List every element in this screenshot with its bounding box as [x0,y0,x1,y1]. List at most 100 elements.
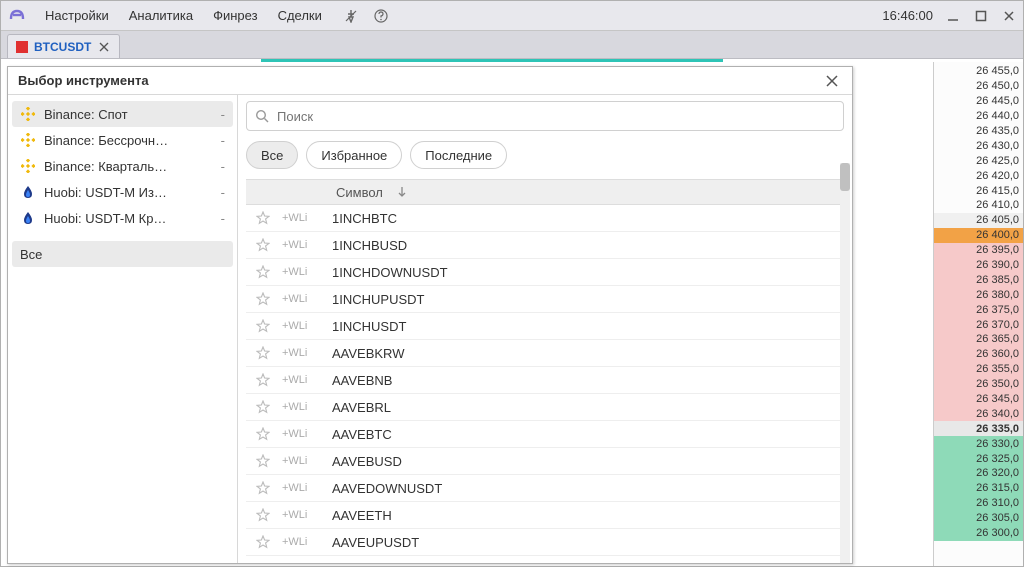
add-wli-button[interactable]: +WLi [282,293,328,305]
scrollbar-thumb[interactable] [840,163,850,191]
add-wli-button[interactable]: +WLi [282,509,328,521]
price-level[interactable]: 26 365,0 [934,332,1023,347]
exchange-item[interactable]: Huobi: USDT-M Кр…- [12,205,233,231]
symbol-row[interactable]: +WLi1INCHDOWNUSDT [246,259,844,286]
price-level[interactable]: 26 395,0 [934,243,1023,258]
symbol-row[interactable]: +WLiAAVEBTC [246,421,844,448]
symbol-row[interactable]: +WLiAAVEBRL [246,394,844,421]
price-level[interactable]: 26 400,0 [934,228,1023,243]
menu-deals[interactable]: Сделки [270,4,330,27]
price-level[interactable]: 26 355,0 [934,362,1023,377]
add-wli-button[interactable]: +WLi [282,266,328,278]
price-level[interactable]: 26 340,0 [934,406,1023,421]
price-level[interactable]: 26 320,0 [934,466,1023,481]
exchange-item[interactable]: Binance: Кварталь…- [12,153,233,179]
add-wli-button[interactable]: +WLi [282,401,328,413]
sort-down-icon[interactable] [397,186,407,198]
menu-finres[interactable]: Финрез [205,4,265,27]
price-level[interactable]: 26 420,0 [934,168,1023,183]
price-level[interactable]: 26 385,0 [934,272,1023,287]
price-level[interactable]: 26 360,0 [934,347,1023,362]
symbol-row[interactable]: +WLi1INCHBUSD [246,232,844,259]
star-icon[interactable] [256,373,278,387]
price-level[interactable]: 26 455,0 [934,64,1023,79]
star-icon[interactable] [256,319,278,333]
sidebar-all[interactable]: Все [12,241,233,267]
star-icon[interactable] [256,400,278,414]
star-icon[interactable] [256,481,278,495]
add-wli-button[interactable]: +WLi [282,455,328,467]
help-icon[interactable] [370,5,392,27]
add-wli-button[interactable]: +WLi [282,239,328,251]
price-level[interactable]: 26 315,0 [934,481,1023,496]
minimize-button[interactable] [945,8,961,24]
star-icon[interactable] [256,211,278,225]
maximize-button[interactable] [973,8,989,24]
price-level[interactable]: 26 370,0 [934,317,1023,332]
exchange-item[interactable]: Binance: Бессрочн…- [12,127,233,153]
exchange-item[interactable]: Huobi: USDT-M Из…- [12,179,233,205]
add-wli-button[interactable]: +WLi [282,428,328,440]
price-level[interactable]: 26 325,0 [934,451,1023,466]
main-menu: Настройки Аналитика Финрез Сделки [37,4,330,27]
add-wli-button[interactable]: +WLi [282,320,328,332]
price-level[interactable]: 26 380,0 [934,287,1023,302]
price-level[interactable]: 26 345,0 [934,392,1023,407]
price-level[interactable]: 26 435,0 [934,124,1023,139]
star-icon[interactable] [256,346,278,360]
price-level[interactable]: 26 330,0 [934,436,1023,451]
symbol-row[interactable]: +WLiAAVEBKRW [246,340,844,367]
star-icon[interactable] [256,292,278,306]
price-level[interactable]: 26 430,0 [934,138,1023,153]
symbol-row[interactable]: +WLiAAVEUPUSDT [246,529,844,556]
symbol-scrollbar[interactable] [840,163,850,563]
price-level[interactable]: 26 415,0 [934,183,1023,198]
close-button[interactable] [1001,8,1017,24]
symbol-row[interactable]: +WLiAAVEDOWNUSDT [246,475,844,502]
add-wli-button[interactable]: +WLi [282,482,328,494]
price-level[interactable]: 26 305,0 [934,511,1023,526]
add-wli-button[interactable]: +WLi [282,536,328,548]
symbol-row[interactable]: +WLiAAVEETH [246,502,844,529]
add-wli-button[interactable]: +WLi [282,347,328,359]
price-level[interactable]: 26 450,0 [934,79,1023,94]
symbol-row[interactable]: +WLiAAVEBNB [246,367,844,394]
price-level[interactable]: 26 335,0 [934,421,1023,436]
price-level[interactable]: 26 440,0 [934,109,1023,124]
price-level[interactable]: 26 445,0 [934,94,1023,109]
price-level[interactable]: 26 375,0 [934,302,1023,317]
price-level[interactable]: 26 350,0 [934,377,1023,392]
price-level[interactable]: 26 405,0 [934,213,1023,228]
price-level[interactable]: 26 425,0 [934,153,1023,168]
star-icon[interactable] [256,427,278,441]
pin-icon[interactable] [340,5,362,27]
tab-btcusdt[interactable]: BTCUSDT [7,34,120,58]
add-wli-button[interactable]: +WLi [282,212,328,224]
symbol-row[interactable]: +WLi1INCHBTC [246,205,844,232]
menu-analytics[interactable]: Аналитика [121,4,201,27]
price-level[interactable]: 26 300,0 [934,526,1023,541]
filter-fav[interactable]: Избранное [306,141,402,169]
exchange-item[interactable]: Binance: Спот- [12,101,233,127]
price-level[interactable]: 26 410,0 [934,198,1023,213]
menu-settings[interactable]: Настройки [37,4,117,27]
star-icon[interactable] [256,508,278,522]
price-level[interactable]: 26 390,0 [934,258,1023,273]
search-field[interactable] [246,101,844,131]
star-icon[interactable] [256,454,278,468]
price-level[interactable]: 26 310,0 [934,496,1023,511]
symbol-rows[interactable]: +WLi1INCHBTC+WLi1INCHBUSD+WLi1INCHDOWNUS… [246,205,844,563]
add-wli-button[interactable]: +WLi [282,374,328,386]
filter-all[interactable]: Все [246,141,298,169]
star-icon[interactable] [256,265,278,279]
star-icon[interactable] [256,238,278,252]
dialog-close-icon[interactable] [822,71,842,91]
search-input[interactable] [277,109,835,124]
symbol-row[interactable]: +WLiAAVEBUSD [246,448,844,475]
symbol-row[interactable]: +WLi1INCHUSDT [246,313,844,340]
filter-recent[interactable]: Последние [410,141,507,169]
symbol-row[interactable]: +WLi1INCHUPUSDT [246,286,844,313]
star-icon[interactable] [256,535,278,549]
tab-close-icon[interactable] [97,40,111,54]
header-symbol[interactable]: Символ [336,185,383,200]
